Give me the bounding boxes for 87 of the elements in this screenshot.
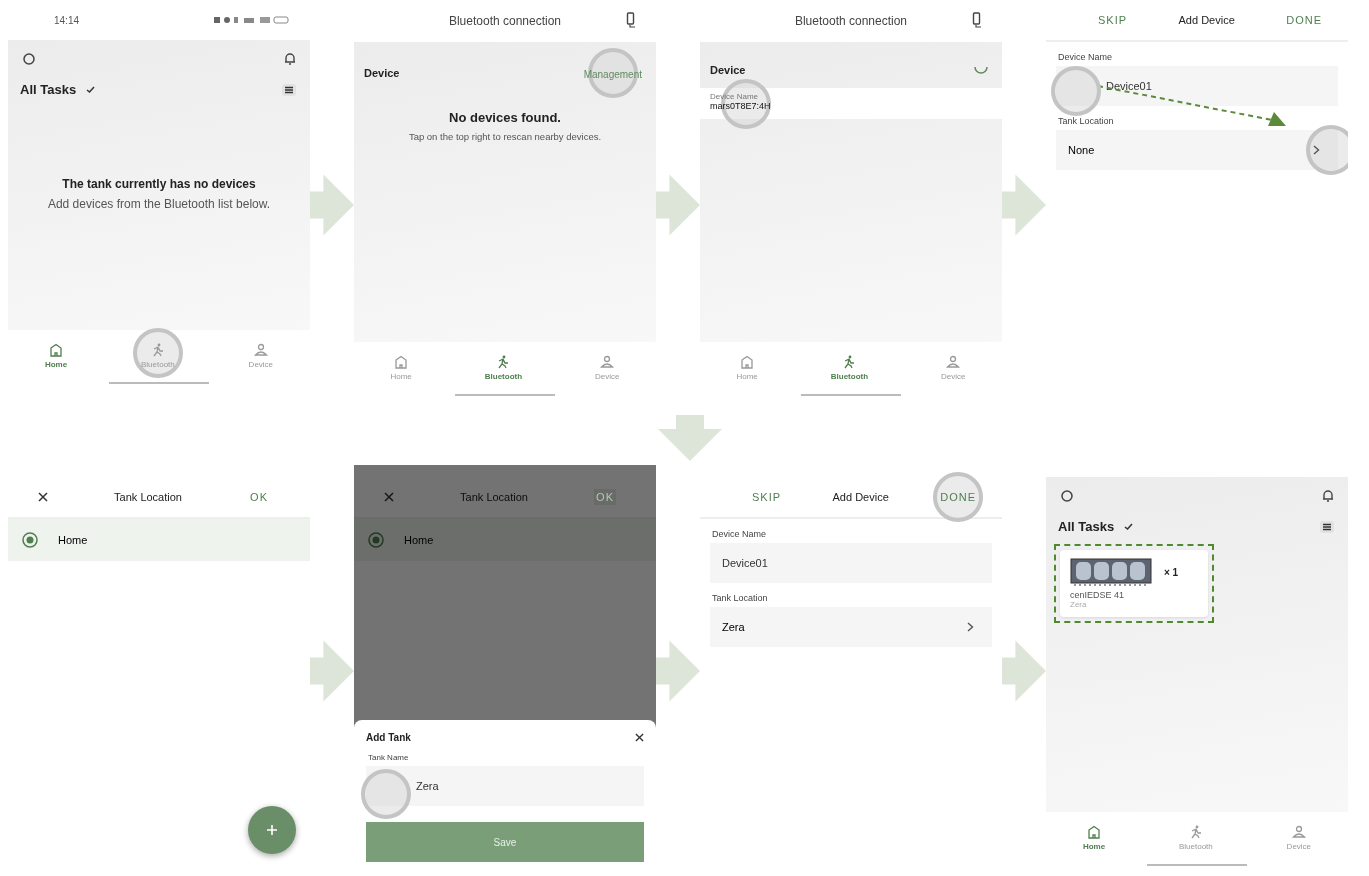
screen-title: Tank Location (460, 491, 528, 503)
screen-title: Add Device (832, 491, 889, 503)
field-label: Tank Name (368, 753, 410, 762)
nav-tab[interactable]: Bluetooth (134, 342, 181, 370)
save-button[interactable]: Save (366, 822, 644, 862)
skip-button[interactable]: SKIP (750, 489, 784, 505)
nav-tab[interactable]: Device (242, 342, 280, 370)
add-fab[interactable] (248, 806, 296, 854)
screen-title: Add Device (1178, 14, 1235, 26)
phone-icon[interactable] (626, 12, 636, 28)
runner-icon (496, 355, 511, 369)
tank-name-field[interactable]: Zera (366, 766, 644, 806)
list-icon[interactable] (1320, 520, 1334, 533)
task-filter-title[interactable]: All Tasks (20, 82, 77, 97)
device-name: cenIEDSE 41 (1070, 590, 1126, 600)
task-filter-title[interactable]: All Tasks (1058, 519, 1115, 534)
settings-icon[interactable] (22, 52, 36, 66)
flow-arrow-icon (1002, 173, 1046, 237)
flow-arrow-icon (1002, 638, 1046, 703)
runner-icon (842, 355, 857, 369)
screen-title: Tank Location (114, 491, 182, 503)
close-icon[interactable] (38, 492, 48, 502)
section-title: Device (710, 64, 746, 76)
flow-arrow-icon (656, 173, 700, 237)
chevron-right-icon (1313, 145, 1320, 155)
location-option[interactable]: Home (8, 519, 310, 561)
bell-icon[interactable] (284, 52, 296, 66)
phone-icon[interactable] (972, 12, 982, 28)
nav-tab[interactable]: Bluetooth (1172, 824, 1219, 852)
field-label: Device Name (712, 529, 768, 539)
flow-arrow-icon (657, 414, 722, 461)
empty-heading: No devices found. (448, 110, 562, 125)
list-icon[interactable] (282, 83, 296, 96)
radio-icon[interactable] (368, 532, 384, 548)
flow-arrow-icon (656, 638, 700, 703)
nav-tab[interactable]: Device (935, 354, 972, 382)
skip-button[interactable]: SKIP (1096, 12, 1130, 28)
person-icon (600, 355, 615, 369)
person-icon (1291, 825, 1306, 839)
home-icon (740, 355, 755, 369)
check-icon[interactable] (86, 86, 96, 93)
nav-tab[interactable]: Device (1280, 824, 1318, 852)
empty-message: Add devices from the Bluetooth list below. (46, 197, 272, 211)
ok-button[interactable]: OK (594, 489, 616, 505)
device-count: × 1 (1164, 566, 1179, 578)
section-title: Device (364, 67, 400, 79)
settings-icon[interactable] (1060, 489, 1074, 503)
nav-tab[interactable]: Home (384, 354, 418, 382)
sheet-title: Add Tank (366, 732, 411, 743)
plus-icon (266, 824, 278, 836)
tank-location-selector[interactable]: Zera (710, 607, 992, 647)
location-option[interactable]: Home (354, 519, 656, 561)
empty-message: Tap on the top right to rescan nearby devices. (407, 131, 603, 142)
home-icon (49, 343, 63, 357)
close-icon[interactable] (635, 733, 644, 742)
nav-tab[interactable]: Device (589, 354, 626, 382)
empty-heading: The tank currently has no devices (61, 177, 257, 191)
check-icon[interactable] (1124, 523, 1134, 530)
device-location: Zera (1070, 600, 1088, 609)
device-card[interactable]: × 1 cenIEDSE 41 Zera (1060, 550, 1208, 617)
nav-tab[interactable]: Bluetooth (478, 354, 529, 382)
nav-tab[interactable]: Bluetooth (824, 354, 875, 382)
done-button[interactable]: DONE (938, 489, 978, 505)
home-icon (1087, 825, 1101, 839)
nav-tab[interactable]: Home (38, 342, 74, 370)
person-icon (946, 355, 961, 369)
field-label: Tank Location (1058, 116, 1115, 126)
field-label: Tank Location (712, 593, 769, 603)
nav-tab[interactable]: Home (730, 354, 764, 382)
ok-button[interactable]: OK (248, 489, 270, 505)
screen-title: Bluetooth connection (794, 14, 908, 28)
chevron-right-icon (967, 622, 974, 632)
flow-arrow-icon (310, 173, 354, 237)
person-icon (253, 343, 268, 357)
field-label: Device Name (1058, 52, 1114, 62)
device-name-field[interactable]: Device01 (1056, 66, 1338, 106)
bell-icon[interactable] (1322, 489, 1334, 503)
screen-title: Bluetooth connection (448, 14, 562, 28)
status-time: 14:14 (54, 14, 80, 26)
tank-location-selector[interactable]: None (1056, 130, 1338, 170)
home-icon (394, 355, 409, 369)
radio-icon[interactable] (22, 532, 38, 548)
device-name-field[interactable]: Device01 (710, 543, 992, 583)
nav-tab[interactable]: Home (1076, 824, 1112, 852)
management-link[interactable]: Management (583, 69, 642, 80)
done-button[interactable]: DONE (1284, 12, 1324, 28)
flow-arrow-icon (310, 638, 354, 703)
